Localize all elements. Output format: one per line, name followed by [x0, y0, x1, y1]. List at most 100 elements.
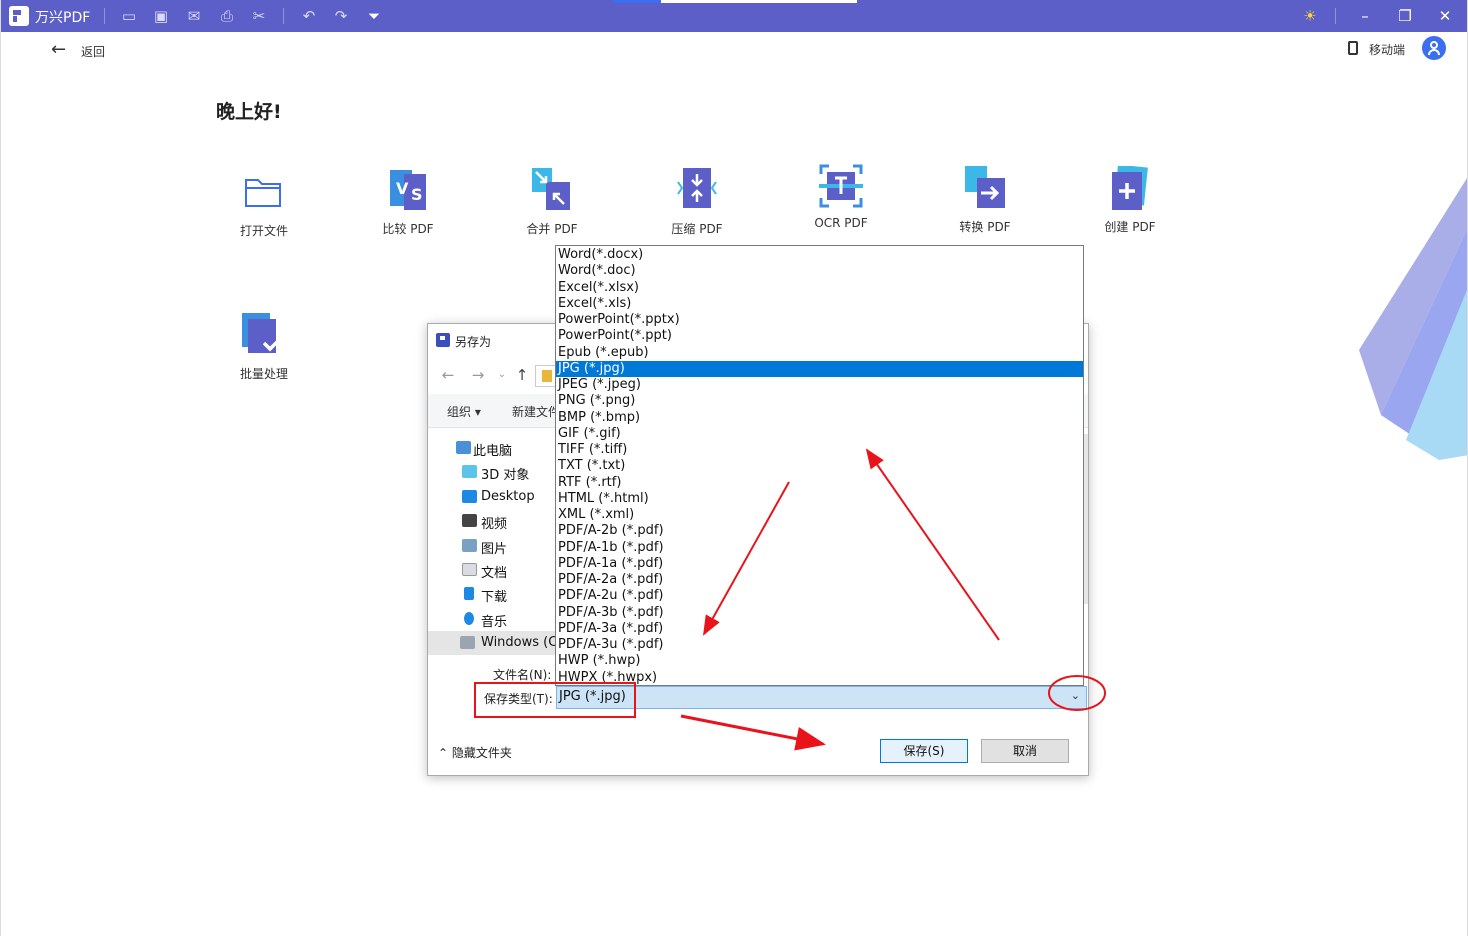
tree-item-videos[interactable]: 视频 — [428, 509, 556, 533]
dropdown-option[interactable]: JPG (*.jpg) — [556, 360, 1083, 377]
tool-compress-pdf[interactable]: 压缩 PDF — [642, 168, 752, 248]
dropdown-option[interactable]: PowerPoint(*.pptx) — [556, 312, 1083, 328]
dropdown-option[interactable]: Excel(*.xls) — [556, 296, 1083, 312]
avatar[interactable] — [1422, 36, 1446, 60]
tool-batch-process[interactable]: 批量处理 — [209, 313, 319, 393]
toolbar-separator — [283, 8, 284, 24]
minimize-icon[interactable]: – — [1354, 5, 1376, 27]
navigation-tree: 此电脑 3D 对象 Desktop 视频 图片 文档 下载 音乐 Windows… — [428, 434, 567, 655]
dropdown-option[interactable]: Epub (*.epub) — [556, 345, 1083, 361]
theme-sun-icon[interactable]: ☀ — [1299, 5, 1321, 27]
undo-icon[interactable]: ↶ — [299, 6, 319, 26]
dropdown-option[interactable]: PDF/A-2b (*.pdf) — [556, 523, 1083, 539]
dropdown-option[interactable]: Word(*.docx) — [556, 247, 1083, 263]
cancel-button[interactable]: 取消 — [981, 739, 1069, 763]
dropdown-option[interactable]: PDF/A-2a (*.pdf) — [556, 572, 1083, 588]
filetype-dropdown-list: Word(*.docx) Word(*.doc) Excel(*.xlsx) Exce… — [555, 245, 1084, 686]
hide-folders-toggle[interactable]: ⌃ 隐藏文件夹 — [438, 744, 512, 761]
tree-item-label: Windows (C:) — [481, 635, 567, 650]
ocr-pdf-icon — [819, 164, 863, 208]
up-arrow-icon[interactable]: ↑ — [512, 364, 532, 386]
tool-merge-pdf[interactable]: 合并 PDF — [497, 168, 607, 248]
tool-ocr-pdf[interactable]: OCR PDF — [786, 164, 896, 244]
dropdown-option[interactable]: XML (*.xml) — [556, 507, 1083, 523]
dropdown-option[interactable]: TXT (*.txt) — [556, 458, 1083, 474]
tool-label: 批量处理 — [239, 367, 288, 381]
tree-item-downloads[interactable]: 下载 — [428, 582, 556, 606]
dropdown-option[interactable]: GIF (*.gif) — [556, 426, 1083, 442]
dropdown-option[interactable]: Word(*.doc) — [556, 263, 1083, 279]
close-icon[interactable]: ✕ — [1434, 5, 1456, 27]
dropdown-option[interactable]: PDF/A-3a (*.pdf) — [556, 621, 1083, 637]
tree-item-pictures[interactable]: 图片 — [428, 534, 556, 558]
tool-label: 合并 PDF — [526, 222, 578, 236]
tool-create-pdf[interactable]: 创建 PDF — [1075, 166, 1185, 246]
dropdown-option[interactable]: PNG (*.png) — [556, 393, 1083, 409]
tree-item-label: Desktop — [481, 489, 535, 504]
dropdown-option[interactable]: Excel(*.xlsx) — [556, 280, 1083, 296]
recent-chevron-icon[interactable]: ⌄ — [492, 364, 512, 386]
music-icon — [464, 612, 474, 625]
tool-label: 比较 PDF — [382, 222, 434, 236]
compress-pdf-icon — [677, 168, 717, 208]
tree-item-windows-c[interactable]: Windows (C:) — [428, 631, 567, 655]
dropdown-option[interactable]: RTF (*.rtf) — [556, 475, 1083, 491]
print-icon[interactable]: ⎙ — [217, 6, 237, 26]
dropdown-option[interactable]: PDF/A-1a (*.pdf) — [556, 556, 1083, 572]
tool-label: 压缩 PDF — [671, 222, 723, 236]
chevron-up-icon: ⌃ — [438, 746, 452, 760]
dropdown-option[interactable]: HWP (*.hwp) — [556, 653, 1083, 669]
scissors-icon[interactable]: ✂ — [249, 6, 269, 26]
app-small-icon — [436, 333, 450, 347]
back-label: 返回 — [81, 45, 106, 59]
open-folder-icon — [245, 179, 281, 207]
dropdown-arrow-icon[interactable]: ⏷ — [364, 6, 384, 26]
dropdown-option[interactable]: TIFF (*.tiff) — [556, 442, 1083, 458]
tree-item-label: 音乐 — [481, 615, 508, 630]
dropdown-option[interactable]: BMP (*.bmp) — [556, 410, 1083, 426]
tree-item-documents[interactable]: 文档 — [428, 558, 556, 582]
tree-item-3d-objects[interactable]: 3D 对象 — [428, 460, 556, 484]
tree-item-desktop[interactable]: Desktop — [428, 485, 556, 509]
background-decoration — [1359, 178, 1467, 460]
dropdown-option[interactable]: PDF/A-2u (*.pdf) — [556, 588, 1083, 604]
restore-icon[interactable]: ❐ — [1394, 5, 1416, 27]
save-button[interactable]: 保存(S) — [880, 739, 968, 763]
tree-item-label: 3D 对象 — [481, 468, 530, 483]
dropdown-option[interactable]: PDF/A-3u (*.pdf) — [556, 637, 1083, 653]
dropdown-option[interactable]: PDF/A-1b (*.pdf) — [556, 540, 1083, 556]
redo-icon[interactable]: ↷ — [331, 6, 351, 26]
compare-pdf-icon: V S — [390, 170, 426, 210]
app-window: 万兴PDF ▭ ▣ ✉ ⎙ ✂ ↶ ↷ ⏷ ☀ – ❐ ✕ ← 返回 移动端 晚… — [0, 0, 1468, 936]
merge-pdf-icon — [532, 168, 570, 210]
tool-compare-pdf[interactable]: V S 比较 PDF — [353, 168, 463, 248]
convert-pdf-icon — [965, 166, 1005, 208]
3d-objects-icon — [462, 465, 477, 478]
greeting-title: 晚上好! — [216, 101, 282, 123]
dropdown-option[interactable]: PowerPoint(*.ppt) — [556, 328, 1083, 344]
new-folder-button[interactable]: 新建文件 — [512, 403, 560, 420]
save-icon[interactable]: ▣ — [151, 6, 171, 26]
tree-item-label: 图片 — [481, 542, 508, 557]
dropdown-option[interactable]: HTML (*.html) — [556, 491, 1083, 507]
dropdown-option[interactable]: JPEG (*.jpeg) — [556, 377, 1083, 393]
svg-text:V: V — [396, 179, 409, 198]
mail-icon[interactable]: ✉ — [184, 6, 204, 26]
tree-item-music[interactable]: 音乐 — [428, 607, 556, 631]
dropdown-option[interactable]: PDF/A-3b (*.pdf) — [556, 605, 1083, 621]
chevron-down-icon[interactable]: ⌄ — [1071, 689, 1080, 702]
title-bar: 万兴PDF ▭ ▣ ✉ ⎙ ✂ ↶ ↷ ⏷ ☀ – ❐ ✕ — [1, 0, 1467, 32]
tree-item-label: 视频 — [481, 517, 508, 532]
organize-button[interactable]: 组织 ▾ — [447, 403, 481, 420]
dialog-title-text: 另存为 — [455, 335, 492, 349]
tool-convert-pdf[interactable]: 转换 PDF — [930, 166, 1040, 246]
back-arrow-icon[interactable]: ← — [438, 364, 458, 386]
tree-item-this-pc[interactable]: 此电脑 — [428, 436, 556, 460]
forward-arrow-icon[interactable]: → — [468, 364, 488, 386]
document-tab-indicator[interactable] — [661, 0, 857, 3]
tool-open-file[interactable]: 打开文件 — [209, 170, 319, 250]
svg-text:S: S — [411, 185, 423, 204]
app-logo-icon — [9, 6, 29, 26]
document-tab-indicator[interactable] — [613, 0, 661, 3]
open-folder-icon[interactable]: ▭ — [119, 6, 139, 26]
